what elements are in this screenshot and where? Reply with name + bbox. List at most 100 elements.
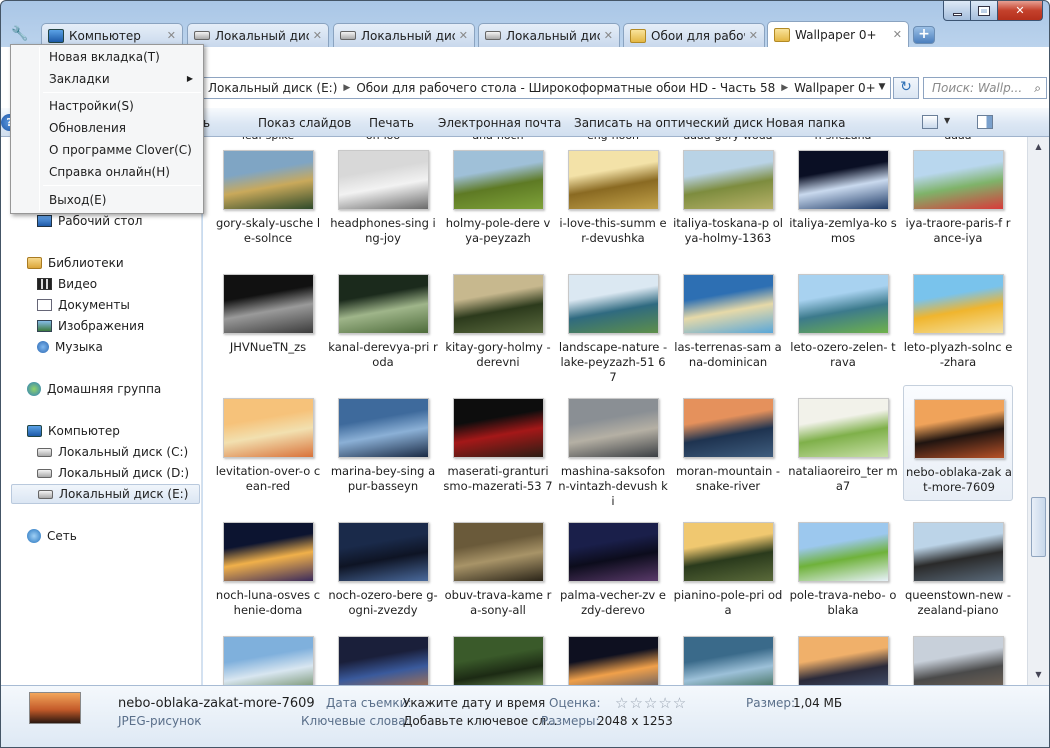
wrench-icon[interactable]: 🔧 [7,23,33,45]
address-bar[interactable]: Локальный диск (E:) ▶ Обои для рабочего … [201,77,891,99]
breadcrumb-wallpaper-0-plus[interactable]: Wallpaper 0+ [794,81,876,95]
burn-disc-button[interactable]: Записать на оптический диск [574,116,763,130]
file-thumbnail[interactable]: holmy-pole-dere vya-peyzazh [443,137,553,253]
nav-libraries[interactable]: Библиотеки [11,253,124,273]
file-thumbnail[interactable]: marina-bey-sing apur-basseyn [328,385,438,501]
preview-pane-icon[interactable] [977,115,993,129]
close-button[interactable]: ✕ [997,1,1043,21]
file-thumbnail[interactable]: italiya-zemlya-ko smos [788,137,898,253]
nav-network[interactable]: Сеть [11,526,77,546]
file-thumbnail[interactable]: palma-vecher-zv ezdy-derevo [558,509,668,625]
keywords-value[interactable]: Добавьте ключевое сл... [403,714,558,728]
menu-new-tab[interactable]: Новая вкладка(T) [13,47,201,67]
tab-local-disk-2[interactable]: Локальный диск ✕ [333,23,475,47]
vertical-scrollbar[interactable]: ▲ ▼ [1027,137,1049,685]
date-value[interactable]: Укажите дату и время [403,696,545,710]
nav-drive-d[interactable]: Локальный диск (D:) [11,463,189,483]
breadcrumb-separator-icon[interactable]: ▶ [781,83,788,93]
scroll-down-icon[interactable]: ▼ [1031,667,1046,682]
tab-local-disk-3[interactable]: Локальный диск ✕ [478,23,620,47]
menu-online-help[interactable]: Справка онлайн(H) [13,162,201,182]
file-thumbnail[interactable]: nebo-oblaka-zak at-more-7609 [903,385,1013,501]
file-thumbnail[interactable]: noch-ozero-bere g-ogni-zvezdy [328,509,438,625]
file-thumbnail[interactable] [788,623,898,685]
tab-close-icon[interactable]: ✕ [893,28,902,41]
new-tab-button[interactable]: + [913,26,935,44]
slideshow-button[interactable]: Показ слайдов [258,116,351,130]
scroll-thumb[interactable] [1031,497,1046,557]
breadcrumb-separator-icon[interactable]: ▶ [343,83,350,93]
file-thumbnail[interactable]: i-love-this-summ er-devushka [558,137,668,253]
file-thumbnail[interactable]: pole-trava-nebo- oblaka [788,509,898,625]
minimize-button[interactable] [943,1,971,21]
new-folder-button[interactable]: Новая папка [766,116,845,130]
file-thumbnail[interactable]: maserati-granturi smo-mazerati-53 7 [443,385,553,501]
file-thumbnail[interactable]: levitation-over-o cean-red [213,385,323,501]
file-thumbnail[interactable]: kanal-derevya-pri roda [328,261,438,377]
view-dropdown-icon[interactable]: ▼ [944,116,950,125]
address-dropdown-icon[interactable]: ▼ [875,82,889,96]
file-name: obuv-trava-kame ra-sony-all [444,588,552,617]
file-thumbnail[interactable]: iya-traore-paris-f rance-iya [903,137,1013,253]
breadcrumb-drive-e[interactable]: Локальный диск (E:) [208,81,337,95]
file-thumbnail[interactable]: kitay-gory-holmy -derevni [443,261,553,377]
file-thumbnail[interactable]: landscape-nature -lake-peyzazh-51 67 [558,261,668,384]
menu-exit[interactable]: Выход(E) [13,190,201,210]
nav-images[interactable]: Изображения [11,316,144,336]
file-thumbnail[interactable]: queenstown-new -zealand-piano [903,509,1013,625]
image-preview [798,150,889,210]
view-options-icon[interactable] [922,115,938,129]
file-thumbnail[interactable] [558,623,668,685]
maximize-button[interactable] [970,1,998,21]
file-thumbnail[interactable] [673,623,783,685]
file-thumbnail[interactable]: leto-ozero-zelen- trava [788,261,898,377]
menu-about[interactable]: О программе Clover(C) [13,140,201,160]
command-partial[interactable]: ь [203,116,210,130]
rating-stars[interactable]: ☆☆☆☆☆ [615,694,687,712]
email-button[interactable]: Электронная почта [438,116,561,130]
nav-music[interactable]: Музыка [11,337,103,357]
file-thumbnail[interactable]: las-terrenas-sam ana-dominican [673,261,783,377]
tab-wallpapers-folder[interactable]: Обои для рабочего стола ✕ [623,23,765,47]
nav-video[interactable]: Видео [11,274,97,294]
menu-settings[interactable]: Настройки(S) [13,96,201,116]
tab-close-icon[interactable]: ✕ [313,29,322,42]
file-thumbnail[interactable]: moran-mountain -snake-river [673,385,783,501]
scroll-up-icon[interactable]: ▲ [1031,139,1046,154]
tab-close-icon[interactable]: ✕ [167,29,176,42]
file-name: mashina-saksofon n-vintazh-devush ki [558,464,668,508]
file-thumbnail[interactable]: noch-luna-osves chenie-doma [213,509,323,625]
file-thumbnail[interactable]: nataliaoreiro_ter ma7 [788,385,898,501]
breadcrumb-wallpapers[interactable]: Обои для рабочего стола - Широкоформатны… [356,81,775,95]
file-thumbnail[interactable]: italiya-toskana-p olya-holmy-1363 [673,137,783,253]
refresh-button[interactable]: ↻ [893,77,919,99]
nav-homegroup[interactable]: Домашняя группа [11,379,161,399]
file-thumbnail[interactable] [213,623,323,685]
tab-wallpaper-0-plus[interactable]: Wallpaper 0+ ✕ [767,21,909,47]
file-thumbnail[interactable]: leto-plyazh-solnc e-zhara [903,261,1013,377]
print-button[interactable]: Печать [369,116,414,130]
file-name: las-terrenas-sam ana-dominican [674,340,782,369]
menu-bookmarks[interactable]: Закладки ▶ [13,69,201,89]
nav-drive-e[interactable]: Локальный диск (E:) [11,484,200,504]
file-thumbnail[interactable]: obuv-trava-kame ra-sony-all [443,509,553,625]
image-preview [338,150,429,210]
tab-close-icon[interactable]: ✕ [604,29,613,42]
file-thumbnail[interactable]: gory-skaly-usche le-solnce [213,137,323,253]
file-thumbnail[interactable]: pianino-pole-pri oda [673,509,783,625]
tab-close-icon[interactable]: ✕ [749,29,758,42]
tab-close-icon[interactable]: ✕ [459,29,468,42]
file-thumbnail[interactable] [328,623,438,685]
file-thumbnail[interactable]: headphones-sing ing-joy [328,137,438,253]
nav-drive-c[interactable]: Локальный диск (C:) [11,442,188,462]
nav-documents[interactable]: Документы [11,295,130,315]
file-thumbnail[interactable]: mashina-saksofon n-vintazh-devush ki [558,385,668,508]
file-thumbnail[interactable] [903,623,1013,685]
menu-updates[interactable]: Обновления [13,118,201,138]
file-thumbnail[interactable]: JHVNueTN_zs [213,261,323,377]
nav-computer[interactable]: Компьютер [11,421,120,441]
file-thumbnail[interactable] [443,623,553,685]
tab-local-disk-1[interactable]: Локальный диск ✕ [187,23,329,47]
nav-desktop[interactable]: Рабочий стол [11,211,142,231]
search-input[interactable]: Поиск: Wallp... ⌕ [923,77,1047,99]
